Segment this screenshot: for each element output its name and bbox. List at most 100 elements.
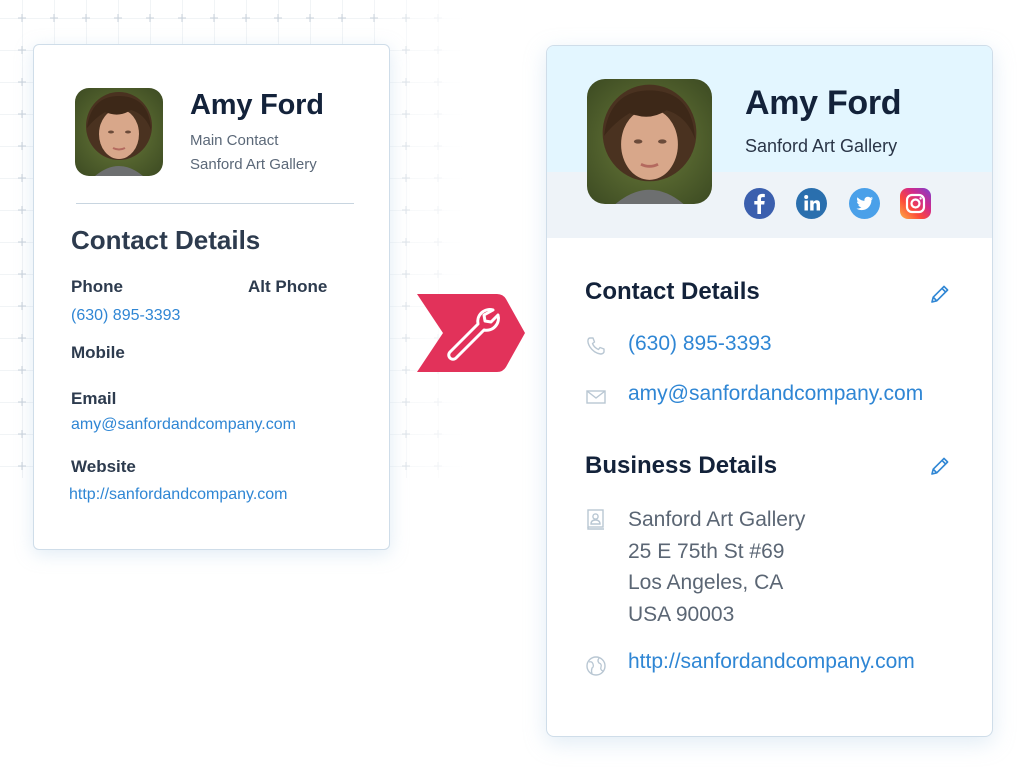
grid-cross bbox=[402, 14, 410, 22]
grid-cross bbox=[402, 174, 410, 182]
transform-arrow-badge bbox=[413, 292, 525, 374]
grid-cross bbox=[210, 14, 218, 22]
instagram-icon bbox=[905, 193, 926, 214]
grid-cross bbox=[18, 238, 26, 246]
website-label: Website bbox=[71, 457, 136, 476]
grid-cross bbox=[18, 366, 26, 374]
address-line: Sanford Art Gallery bbox=[628, 508, 806, 531]
pencil-icon bbox=[931, 285, 949, 303]
grid-cross bbox=[402, 110, 410, 118]
grid-cross bbox=[18, 270, 26, 278]
avatar bbox=[75, 88, 163, 176]
phone-link[interactable]: (630) 895-3393 bbox=[71, 307, 180, 325]
grid-cross bbox=[402, 398, 410, 406]
edit-contact-button[interactable] bbox=[929, 283, 951, 305]
grid-cross bbox=[18, 398, 26, 406]
mobile-label: Mobile bbox=[71, 343, 125, 362]
grid-cross bbox=[274, 14, 282, 22]
grid-cross bbox=[18, 462, 26, 470]
facebook-button[interactable] bbox=[744, 188, 775, 219]
grid-cross bbox=[402, 334, 410, 342]
phone-link[interactable]: (630) 895-3393 bbox=[628, 332, 772, 356]
grid-cross bbox=[434, 206, 442, 214]
grid-cross bbox=[434, 110, 442, 118]
grid-cross bbox=[434, 78, 442, 86]
grid-cross bbox=[402, 46, 410, 54]
grid-cross bbox=[434, 238, 442, 246]
grid-cross bbox=[402, 430, 410, 438]
grid-cross bbox=[306, 14, 314, 22]
grid-cross bbox=[146, 14, 154, 22]
business-address: Sanford Art Gallery 25 E 75th St #69 Los… bbox=[628, 504, 805, 630]
section-title: Contact Details bbox=[71, 225, 261, 255]
grid-cross bbox=[434, 14, 442, 22]
contact-card-after: Amy Ford Sanford Art Gallery Contact Det… bbox=[546, 45, 993, 737]
phone-label: Phone bbox=[71, 277, 123, 296]
grid-cross bbox=[18, 430, 26, 438]
facebook-icon bbox=[754, 193, 765, 214]
linkedin-icon bbox=[804, 195, 820, 211]
twitter-button[interactable] bbox=[849, 188, 880, 219]
pencil-icon bbox=[931, 457, 949, 475]
grid-cross bbox=[18, 302, 26, 310]
address-line: USA 90003 bbox=[628, 602, 735, 626]
grid-cross bbox=[434, 430, 442, 438]
globe-icon bbox=[585, 655, 607, 677]
contact-company: Sanford Art Gallery bbox=[190, 156, 317, 173]
grid-cross bbox=[402, 302, 410, 310]
grid-cross bbox=[18, 334, 26, 342]
phone-icon bbox=[585, 335, 607, 357]
email-icon bbox=[585, 386, 607, 408]
grid-cross bbox=[402, 78, 410, 86]
grid-cross bbox=[434, 270, 442, 278]
grid-cross bbox=[82, 14, 90, 22]
divider bbox=[76, 203, 354, 204]
grid-cross bbox=[178, 14, 186, 22]
edit-business-button[interactable] bbox=[929, 455, 951, 477]
linkedin-button[interactable] bbox=[796, 188, 827, 219]
avatar-photo bbox=[587, 79, 712, 204]
website-link[interactable]: http://sanfordandcompany.com bbox=[69, 486, 288, 504]
grid-cross bbox=[338, 14, 346, 22]
grid-cross bbox=[434, 174, 442, 182]
grid-cross bbox=[18, 142, 26, 150]
contact-details-title: Contact Details bbox=[585, 278, 760, 305]
address-line: 25 E 75th St #69 bbox=[628, 539, 785, 563]
instagram-button[interactable] bbox=[900, 188, 931, 219]
avatar-photo bbox=[75, 88, 163, 176]
contact-card-before: Amy Ford Main Contact Sanford Art Galler… bbox=[33, 44, 390, 550]
grid-cross bbox=[242, 14, 250, 22]
website-link[interactable]: http://sanfordandcompany.com bbox=[628, 650, 915, 674]
grid-cross bbox=[434, 142, 442, 150]
grid-cross bbox=[18, 46, 26, 54]
grid-cross bbox=[18, 174, 26, 182]
address-book-icon bbox=[585, 508, 607, 530]
grid-cross bbox=[434, 462, 442, 470]
grid-cross bbox=[402, 206, 410, 214]
grid-cross bbox=[50, 14, 58, 22]
grid-cross bbox=[402, 462, 410, 470]
grid-cross bbox=[402, 366, 410, 374]
alt-phone-label: Alt Phone bbox=[248, 277, 328, 296]
grid-cross bbox=[370, 14, 378, 22]
contact-name: Amy Ford bbox=[190, 89, 324, 121]
contact-company: Sanford Art Gallery bbox=[745, 136, 898, 156]
grid-cross bbox=[18, 206, 26, 214]
grid-cross bbox=[18, 14, 26, 22]
twitter-icon bbox=[856, 196, 873, 211]
email-link[interactable]: amy@sanfordandcompany.com bbox=[71, 416, 296, 434]
contact-role: Main Contact bbox=[190, 132, 279, 149]
address-line: Los Angeles, CA bbox=[628, 571, 784, 594]
grid-cross bbox=[114, 14, 122, 22]
grid-cross bbox=[18, 78, 26, 86]
business-details-title: Business Details bbox=[585, 452, 778, 479]
email-label: Email bbox=[71, 389, 117, 408]
grid-cross bbox=[402, 270, 410, 278]
email-link[interactable]: amy@sanfordandcompany.com bbox=[628, 382, 923, 406]
grid-cross bbox=[18, 110, 26, 118]
grid-cross bbox=[434, 398, 442, 406]
avatar bbox=[587, 79, 712, 204]
contact-name: Amy Ford bbox=[745, 84, 902, 122]
grid-cross bbox=[402, 142, 410, 150]
grid-cross bbox=[402, 238, 410, 246]
